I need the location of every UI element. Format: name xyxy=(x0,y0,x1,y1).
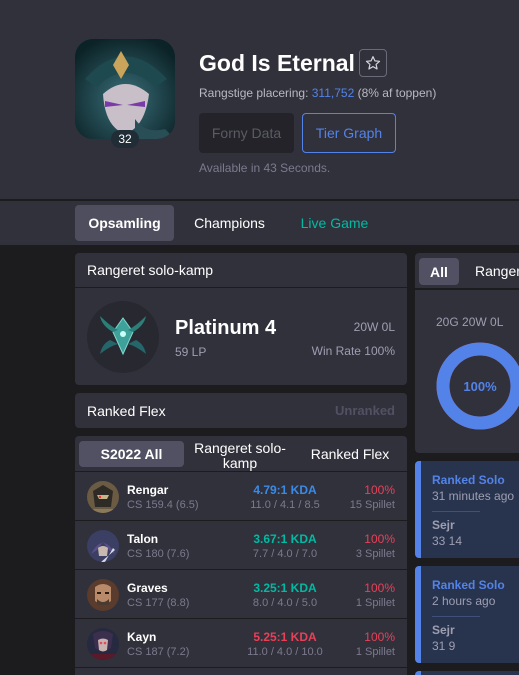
match-card[interactable]: Ranked Solo 31 minutes ago Sejr 33 14 xyxy=(415,461,519,558)
champion-winrate: 100% xyxy=(364,581,395,595)
solo-rank-card: Rangeret solo-kamp Platinum 4 59 LP 20W … xyxy=(75,253,407,385)
champion-row[interactable]: Graves CS 177 (8.8) 3.25:1 KDA 8.0 / 4.0… xyxy=(75,571,407,619)
summoner-name: God Is Eternal xyxy=(199,50,355,76)
recent-games-summary: 20G 20W 0L 100% xyxy=(415,290,519,453)
solo-lp: 59 LP xyxy=(175,345,207,359)
champion-name: Graves xyxy=(127,581,168,595)
champion-cs: CS 159.4 (6.5) xyxy=(127,499,199,511)
champion-cs: CS 187 (7.2) xyxy=(127,646,190,658)
tier-graph-button[interactable]: Tier Graph xyxy=(302,113,396,153)
champion-winrate: 100% xyxy=(364,532,395,546)
champion-kda: 5.25:1 KDA xyxy=(253,630,317,644)
tab-overview[interactable]: Opsamling xyxy=(75,205,174,241)
match-duration: 33 14 xyxy=(432,534,463,548)
winrate-donut-label: 100% xyxy=(463,378,497,394)
tab-ranked-flex[interactable]: Ranked Flex xyxy=(305,441,395,467)
champion-row[interactable]: Talon CS 180 (7.6) 3.67:1 KDA 7.7 / 4.0 … xyxy=(75,522,407,570)
talon-champion-icon xyxy=(87,530,119,562)
tab-ranked-solo[interactable]: Rangeret solo-kamp xyxy=(190,440,290,472)
champion-games: 15 Spillet xyxy=(349,499,395,511)
avatar-image xyxy=(75,39,175,139)
tab-all-games[interactable]: All xyxy=(419,258,459,285)
champion-winrate: 100% xyxy=(364,483,395,497)
match-queue: Ranked Solo xyxy=(432,578,505,592)
graves-champion-icon xyxy=(87,579,119,611)
match-card[interactable]: Ranked Solo 2 hours ago Sejr 31 9 xyxy=(415,566,519,663)
match-queue: Ranked Solo xyxy=(432,473,505,487)
tab-season-all[interactable]: S2022 All xyxy=(79,441,184,467)
solo-winrate: Win Rate 100% xyxy=(311,344,395,358)
match-time: 31 minutes ago xyxy=(432,489,515,503)
ladder-rank-value[interactable]: 311,752 xyxy=(312,86,355,100)
champion-kda-detail: 11.0 / 4.1 / 8.5 xyxy=(250,499,320,511)
champion-kda: 3.67:1 KDA xyxy=(253,532,317,546)
ladder-rank-label: Rangstige placering: xyxy=(199,86,309,100)
champion-name: Kayn xyxy=(127,630,157,644)
solo-record: 20W 0L xyxy=(353,320,395,334)
favorite-button[interactable] xyxy=(359,49,387,77)
champion-name: Talon xyxy=(127,532,159,546)
champion-row[interactable]: Rengar CS 159.4 (6.5) 4.79:1 KDA 11.0 / … xyxy=(75,473,407,521)
champion-games: 1 Spillet xyxy=(355,597,395,609)
match-divider xyxy=(432,511,480,512)
solo-tier: Platinum 4 xyxy=(175,317,277,339)
champion-stats-card: S2022 All Rangeret solo-kamp Ranked Flex… xyxy=(75,436,407,675)
tab-live-game[interactable]: Live Game xyxy=(292,205,377,241)
star-icon xyxy=(365,56,381,70)
tab-ranked-games[interactable]: Ranger xyxy=(475,263,519,279)
champion-kda: 3.25:1 KDA xyxy=(253,581,317,595)
champion-games: 1 Spillet xyxy=(355,646,395,658)
flex-rank-status: Unranked xyxy=(335,403,395,418)
tab-champions[interactable]: Champions xyxy=(182,205,277,241)
champion-kda-detail: 7.7 / 4.0 / 7.0 xyxy=(252,548,318,560)
recent-games-tabs: All Ranger xyxy=(415,253,519,289)
ladder-rank-percent: (8% af toppen) xyxy=(357,86,437,100)
flex-rank-title: Ranked Flex xyxy=(87,403,166,419)
flex-rank-card: Ranked Flex Unranked xyxy=(75,393,407,428)
solo-rank-title: Rangeret solo-kamp xyxy=(75,253,407,288)
recent-games-record: 20G 20W 0L xyxy=(436,315,504,329)
match-duration: 31 9 xyxy=(432,639,456,653)
champion-row[interactable]: Kayn CS 187 (7.2) 5.25:1 KDA 11.0 / 4.0 … xyxy=(75,620,407,668)
match-card[interactable] xyxy=(415,671,519,675)
champion-kda-detail: 8.0 / 4.0 / 5.0 xyxy=(252,597,318,609)
rengar-champion-icon xyxy=(87,481,119,513)
profile-avatar: 32 xyxy=(75,39,175,148)
champion-kda-detail: 11.0 / 4.0 / 10.0 xyxy=(247,646,323,658)
champion-cs: CS 180 (7.6) xyxy=(127,548,190,560)
champion-cs: CS 177 (8.8) xyxy=(127,597,190,609)
champion-games: 3 Spillet xyxy=(355,548,395,560)
champion-kda: 4.79:1 KDA xyxy=(253,483,317,497)
profile-tabs: Opsamling Champions Live Game xyxy=(0,201,519,245)
refresh-data-button[interactable]: Forny Data xyxy=(199,113,294,153)
level-badge: 32 xyxy=(111,130,139,148)
platinum-emblem-icon xyxy=(87,301,159,373)
refresh-availability-text: Available in 43 Seconds. xyxy=(199,161,331,175)
champion-name: Rengar xyxy=(127,483,169,497)
ladder-rank: Rangstige placering: 311,752 (8% af topp… xyxy=(199,86,436,100)
champion-winrate: 100% xyxy=(364,630,395,644)
match-time: 2 hours ago xyxy=(432,594,496,608)
kayn-champion-icon xyxy=(87,628,119,660)
match-result: Sejr xyxy=(432,623,455,637)
profile-header: 32 God Is Eternal Rangstige placering: 3… xyxy=(0,0,519,200)
match-divider xyxy=(432,616,480,617)
champion-stats-tabs: S2022 All Rangeret solo-kamp Ranked Flex xyxy=(75,436,407,472)
match-result: Sejr xyxy=(432,518,455,532)
